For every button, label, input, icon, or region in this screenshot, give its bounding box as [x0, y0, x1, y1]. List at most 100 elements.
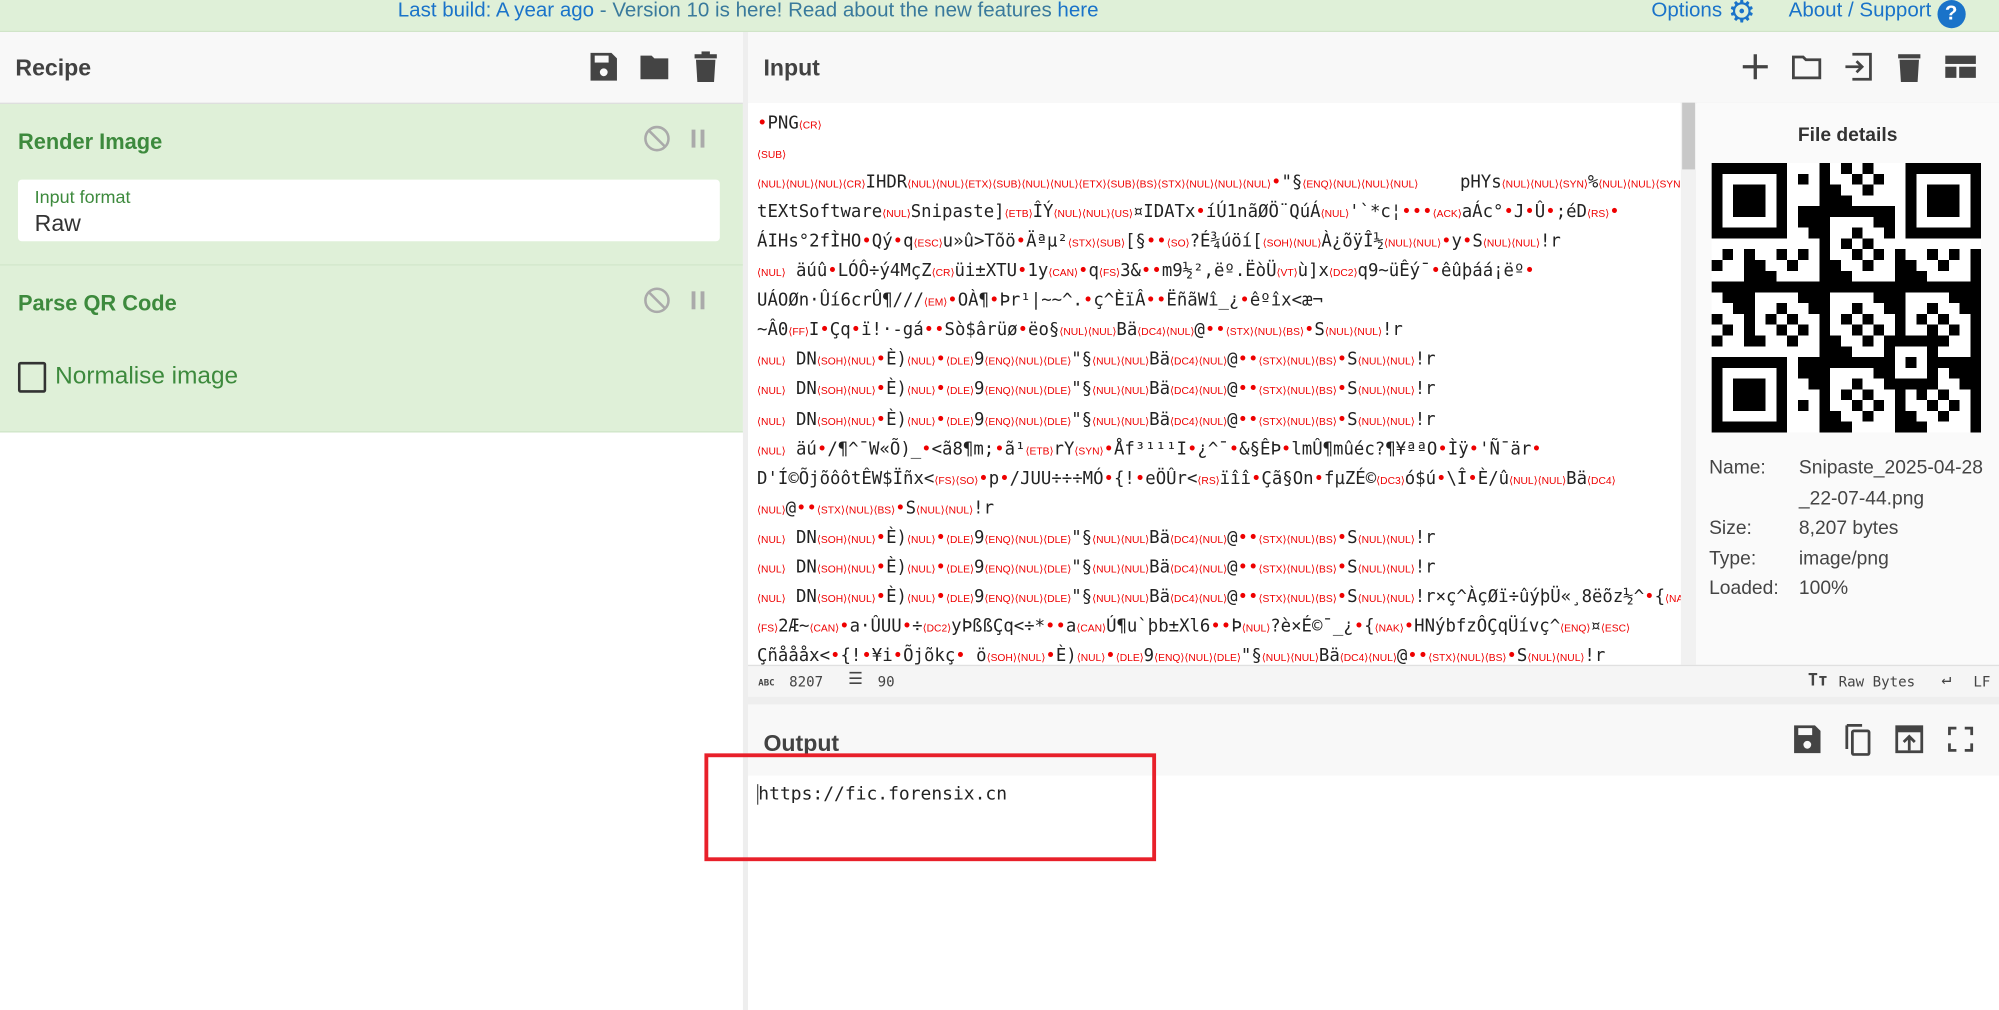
qr-module	[1905, 195, 1917, 207]
qr-module	[1711, 216, 1723, 228]
qr-module	[1722, 249, 1734, 261]
qr-module	[1970, 270, 1982, 282]
save-icon[interactable]	[586, 50, 619, 83]
qr-module	[1808, 303, 1820, 314]
qr-module	[1862, 335, 1874, 347]
input-format-select[interactable]: Input format Raw	[17, 179, 720, 242]
qr-module	[1733, 281, 1744, 293]
breakpoint-icon[interactable]	[691, 129, 705, 148]
qr-module	[1830, 195, 1841, 207]
input-line: ⟨FS⟩2Æ~⟨CAN⟩•a·ÛUU•÷⟨DC2⟩yÞßßÇq<÷*••a⟨CA…	[757, 615, 1630, 637]
abc-icon: ABC	[758, 677, 775, 688]
qr-module	[1884, 216, 1895, 228]
operation-render-image[interactable]: Render Image Input format Raw	[0, 103, 743, 266]
folder-icon[interactable]	[638, 50, 671, 83]
replace-input-icon[interactable]	[1893, 723, 1926, 756]
qr-module	[1894, 378, 1906, 390]
qr-module	[1787, 335, 1798, 347]
highlight-box	[704, 753, 1157, 862]
qr-module	[1905, 260, 1917, 271]
qr-module	[1819, 260, 1831, 271]
qr-module	[1733, 162, 1744, 174]
encoding-selector[interactable]: Raw Bytes	[1839, 674, 1915, 691]
qr-module	[1711, 410, 1723, 422]
qr-module	[1937, 184, 1949, 196]
qr-module	[1873, 206, 1885, 217]
qr-module	[1851, 281, 1863, 293]
qr-module	[1743, 357, 1755, 368]
disable-icon[interactable]	[644, 287, 670, 314]
qr-module	[1927, 367, 1938, 379]
qr-module	[1754, 260, 1766, 271]
qr-module	[1743, 292, 1755, 304]
qr-module	[1937, 260, 1949, 271]
qr-module	[1722, 324, 1734, 336]
qr-module	[1894, 410, 1906, 422]
eol-icon[interactable]: ↵	[1941, 670, 1951, 689]
qr-module	[1830, 335, 1841, 347]
qr-module	[1894, 313, 1906, 325]
qr-module	[1905, 421, 1917, 433]
qr-module	[1948, 324, 1960, 336]
copy-icon[interactable]	[1841, 723, 1874, 756]
save-icon[interactable]	[1790, 723, 1823, 756]
options-button[interactable]: Options ⚙	[1651, 0, 1755, 28]
eol-selector[interactable]: LF	[1973, 674, 1990, 691]
qr-module	[1937, 162, 1949, 174]
import-icon[interactable]	[1841, 50, 1874, 83]
release-notes-link[interactable]: here	[1057, 0, 1098, 22]
text-encoding-icon[interactable]: Tт	[1808, 671, 1828, 690]
qr-module	[1927, 162, 1938, 174]
qr-module	[1916, 378, 1928, 390]
plus-icon[interactable]	[1739, 50, 1772, 83]
qr-module	[1970, 281, 1982, 293]
qr-module	[1743, 260, 1755, 271]
input-textarea[interactable]: •PNG⟨CR⟩ ⟨SUB⟩ ⟨NUL⟩⟨NUL⟩⟨NUL⟩⟨CR⟩IHDR⟨NUL…	[748, 102, 1681, 665]
size-label: Size:	[1709, 517, 1752, 540]
qr-module	[1797, 216, 1809, 228]
about-support-button[interactable]: About / Support ?	[1789, 0, 1966, 29]
folder-icon[interactable]	[1790, 50, 1823, 83]
qr-module	[1937, 313, 1949, 325]
qr-module	[1754, 227, 1766, 239]
last-build-text: Last build: A year ago	[397, 0, 595, 22]
qr-module	[1851, 206, 1863, 217]
trash-icon[interactable]	[689, 50, 722, 83]
input-status-bar: ABC 8207 ☰ 90 Tт Raw Bytes ↵ LF	[748, 664, 1999, 699]
qr-module	[1754, 184, 1766, 196]
maximise-icon[interactable]	[1944, 723, 1977, 756]
qr-module	[1808, 281, 1820, 293]
qr-module	[1959, 303, 1971, 314]
qr-module	[1722, 227, 1734, 239]
qr-module	[1862, 260, 1874, 271]
scrollbar-thumb[interactable]	[1682, 102, 1695, 170]
breakpoint-icon[interactable]	[691, 291, 705, 310]
qr-module	[1776, 367, 1788, 379]
qr-module	[1776, 410, 1788, 422]
qr-module	[1970, 410, 1982, 422]
trash-icon[interactable]	[1893, 50, 1926, 83]
qr-module	[1927, 346, 1938, 358]
qr-module	[1927, 184, 1938, 196]
qr-module	[1970, 357, 1982, 368]
help-icon: ?	[1937, 0, 1966, 29]
layout-icon[interactable]	[1944, 50, 1977, 83]
qr-module	[1797, 292, 1809, 304]
input-scrollbar[interactable]	[1680, 102, 1697, 665]
input-line: ⟨NUL⟩ DN⟨SOH⟩⟨NUL⟩•È)⟨NUL⟩•⟨DLE⟩9⟨ENQ⟩⟨N…	[757, 349, 1436, 371]
qr-module	[1711, 357, 1723, 368]
qr-module	[1873, 357, 1885, 368]
qr-module	[1905, 184, 1917, 196]
normalise-image-label[interactable]: Normalise image	[55, 363, 238, 391]
qr-module	[1905, 281, 1917, 293]
qr-module	[1937, 195, 1949, 207]
operation-parse-qr-code[interactable]: Parse QR Code Normalise image	[0, 265, 743, 433]
qr-module	[1819, 324, 1831, 336]
io-splitter[interactable]	[748, 696, 1999, 705]
input-line: ⟨NUL⟩ äúû•LÓÔ÷ý4MçZ⟨CR⟩üi±XTU•1y⟨CAN⟩•q⟨…	[757, 260, 1535, 282]
qr-module	[1808, 367, 1820, 379]
qr-module	[1884, 303, 1895, 314]
normalise-image-checkbox[interactable]	[17, 361, 47, 393]
qr-module	[1797, 400, 1809, 411]
disable-icon[interactable]	[644, 125, 670, 152]
